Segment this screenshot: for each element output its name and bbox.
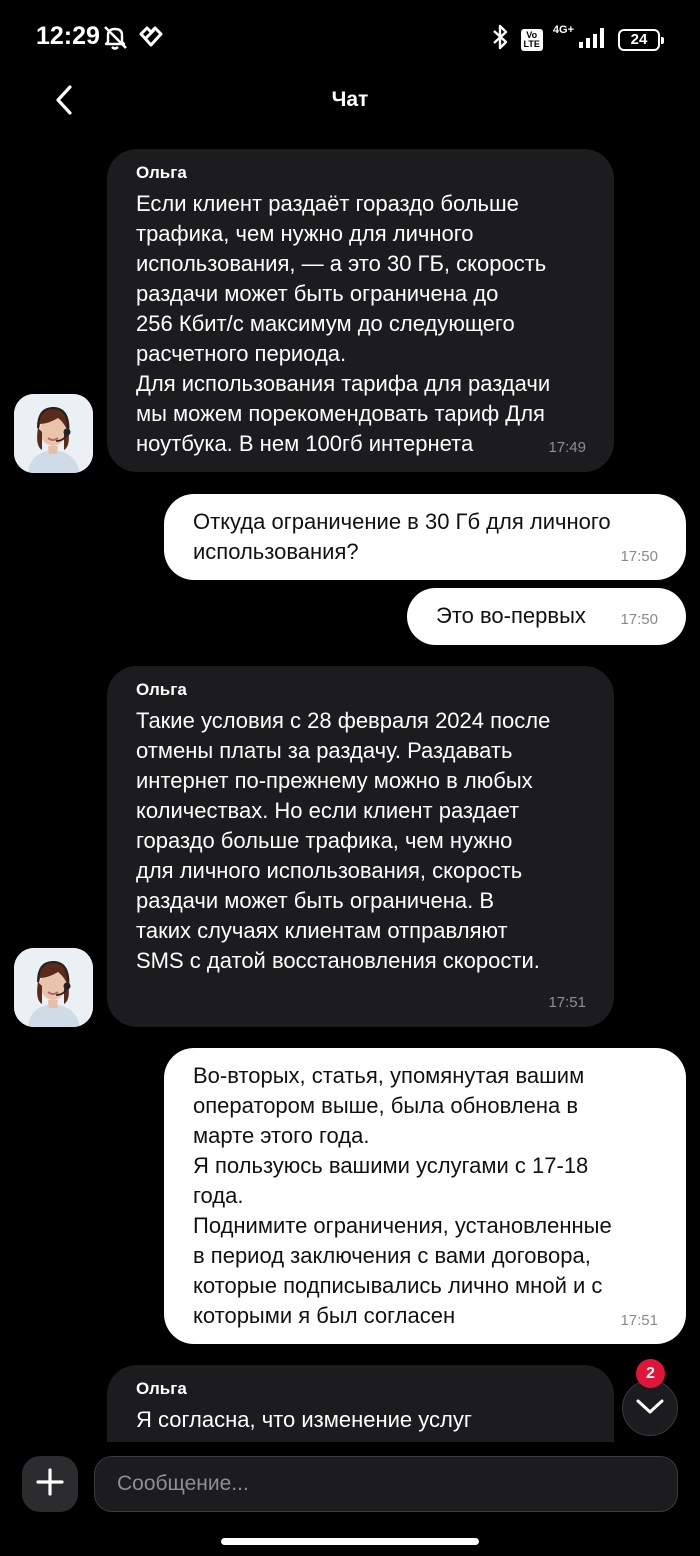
operator-avatar[interactable] (14, 948, 93, 1027)
page-title: Чат (331, 88, 369, 111)
brand-heart-icon (138, 24, 164, 55)
message-time: 17:49 (548, 439, 586, 456)
incoming-message[interactable]: Ольга Такие условия с 28 февраля 2024 по… (107, 666, 614, 1027)
status-time: 12:29 (36, 22, 100, 50)
message-text: Такие условия с 28 февраля 2024 после от… (136, 708, 551, 973)
chevron-down-icon (635, 1396, 665, 1421)
sender-name: Ольга (136, 680, 187, 699)
status-bar: 12:29 Vo LTE 4G+ 24 (0, 0, 700, 76)
battery-icon: 24 (618, 28, 664, 51)
message-text: Я согласна, что изменение услуг (136, 1407, 472, 1432)
status-left-icons (100, 22, 164, 57)
status-right-icons: Vo LTE 4G+ 24 (489, 24, 664, 55)
message-text: Если клиент раздаёт гораздо больше трафи… (136, 191, 551, 456)
message-time: 17:50 (620, 611, 658, 628)
home-indicator[interactable] (221, 1538, 479, 1545)
attach-button[interactable] (22, 1456, 78, 1512)
operator-avatar[interactable] (14, 394, 93, 473)
message-text: Откуда ограничение в 30 Гб для личного и… (193, 509, 611, 564)
operator-avatar-image (14, 394, 93, 473)
volte-icon: Vo LTE (520, 28, 543, 51)
plus-icon (35, 1467, 65, 1502)
message-time: 17:50 (620, 548, 658, 565)
outgoing-message[interactable]: Во-вторых, статья, упомянутая вашим опер… (164, 1048, 686, 1344)
chat-messages[interactable]: Ольга Если клиент раздаёт гораздо больше… (0, 140, 700, 1442)
sender-name: Ольга (136, 163, 187, 182)
bluetooth-icon (489, 24, 511, 55)
operator-avatar-image (14, 948, 93, 1027)
unread-count-badge: 2 (636, 1359, 665, 1388)
outgoing-message[interactable]: Это во-первых 17:50 (407, 588, 686, 645)
scroll-to-bottom-button[interactable] (622, 1380, 678, 1436)
network-type-label: 4G+ (552, 24, 574, 36)
incoming-message[interactable]: Ольга Я согласна, что изменение услуг (107, 1365, 614, 1442)
message-text: Во-вторых, статья, упомянутая вашим опер… (193, 1063, 612, 1328)
chat-header: Чат (0, 76, 700, 128)
alarm-off-icon (100, 22, 130, 57)
sender-name: Ольга (136, 1379, 187, 1398)
outgoing-message[interactable]: Откуда ограничение в 30 Гб для личного и… (164, 494, 686, 580)
incoming-message[interactable]: Ольга Если клиент раздаёт гораздо больше… (107, 149, 614, 472)
message-time: 17:51 (620, 1312, 658, 1329)
message-input[interactable] (94, 1456, 678, 1512)
signal-icon (578, 26, 608, 53)
message-time: 17:51 (548, 994, 586, 1011)
